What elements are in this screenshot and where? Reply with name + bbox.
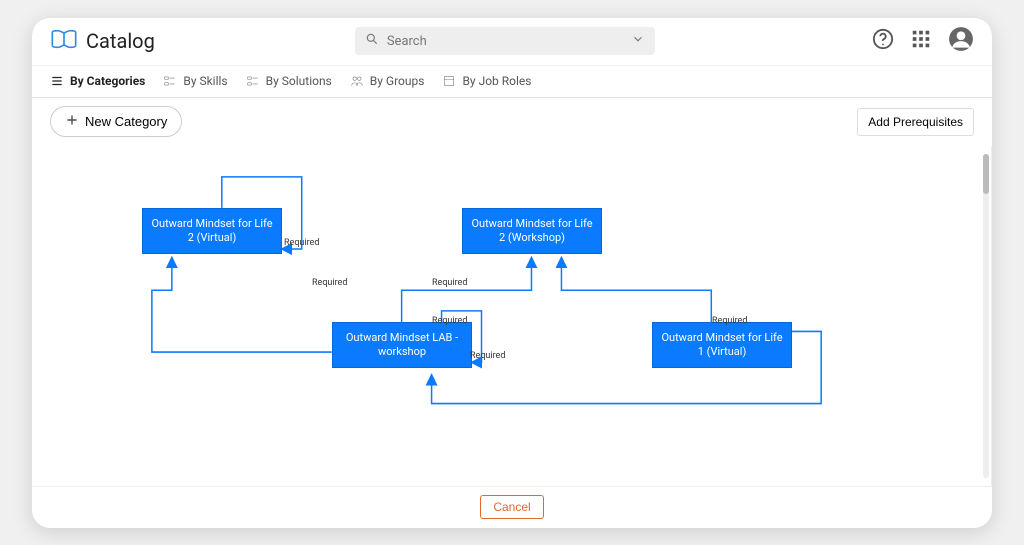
tab-by-solutions[interactable]: By Solutions bbox=[246, 74, 332, 88]
tab-by-skills[interactable]: By Skills bbox=[163, 74, 227, 88]
edge-label: Required bbox=[470, 351, 505, 361]
toolbar: New Category Add Prerequisites bbox=[32, 98, 992, 146]
scrollbar[interactable] bbox=[983, 154, 989, 478]
app-window: Catalog Search bbox=[32, 18, 992, 528]
cancel-button[interactable]: Cancel bbox=[480, 495, 543, 519]
diagram-canvas[interactable]: Outward Mindset for Life 2 (Virtual) Out… bbox=[32, 146, 992, 486]
solutions-icon bbox=[246, 74, 260, 88]
diagram-node[interactable]: Outward Mindset for Life 2 (Workshop) bbox=[462, 208, 602, 254]
brand: Catalog bbox=[50, 29, 155, 53]
node-title: Outward Mindset for Life 2 (Virtual) bbox=[149, 217, 275, 245]
header: Catalog Search bbox=[32, 18, 992, 66]
filter-tabs: By Categories By Skills By Solutions By … bbox=[32, 66, 992, 98]
tab-by-groups[interactable]: By Groups bbox=[350, 74, 425, 88]
tab-label: By Solutions bbox=[266, 74, 332, 88]
new-category-label: New Category bbox=[85, 114, 167, 129]
edge-layer bbox=[32, 146, 991, 486]
jobroles-icon bbox=[442, 74, 456, 88]
search-icon bbox=[365, 32, 379, 50]
edge-label: Required bbox=[432, 278, 467, 288]
tab-label: By Categories bbox=[70, 74, 145, 88]
skills-icon bbox=[163, 74, 177, 88]
diagram-node[interactable]: Outward Mindset for Life 2 (Virtual) bbox=[142, 208, 282, 254]
edge-label: Required bbox=[312, 278, 347, 288]
help-icon[interactable] bbox=[872, 28, 894, 54]
edge-label: Required bbox=[284, 238, 319, 248]
add-prerequisites-button[interactable]: Add Prerequisites bbox=[857, 108, 974, 136]
search-input[interactable]: Search bbox=[355, 27, 655, 55]
diagram-node[interactable]: Outward Mindset LAB - workshop bbox=[332, 322, 472, 368]
avatar-icon[interactable] bbox=[948, 26, 974, 56]
search-placeholder: Search bbox=[387, 34, 427, 49]
node-title: Outward Mindset for Life 1 (Virtual) bbox=[659, 331, 785, 359]
tab-label: By Job Roles bbox=[462, 74, 531, 88]
page-title: Catalog bbox=[86, 29, 155, 53]
tab-label: By Groups bbox=[370, 74, 425, 88]
header-icons bbox=[872, 26, 974, 56]
book-icon bbox=[50, 29, 78, 53]
node-title: Outward Mindset LAB - workshop bbox=[339, 331, 465, 359]
diagram-node[interactable]: Outward Mindset for Life 1 (Virtual) bbox=[652, 322, 792, 368]
footer: Cancel bbox=[32, 486, 992, 528]
new-category-button[interactable]: New Category bbox=[50, 106, 182, 137]
tab-label: By Skills bbox=[183, 74, 227, 88]
apps-grid-icon[interactable] bbox=[910, 28, 932, 54]
tab-by-job-roles[interactable]: By Job Roles bbox=[442, 74, 531, 88]
node-title: Outward Mindset for Life 2 (Workshop) bbox=[469, 217, 595, 245]
plus-icon bbox=[65, 113, 79, 130]
chevron-down-icon[interactable] bbox=[631, 32, 645, 50]
groups-icon bbox=[350, 74, 364, 88]
list-icon bbox=[50, 74, 64, 88]
tab-by-categories[interactable]: By Categories bbox=[50, 74, 145, 88]
